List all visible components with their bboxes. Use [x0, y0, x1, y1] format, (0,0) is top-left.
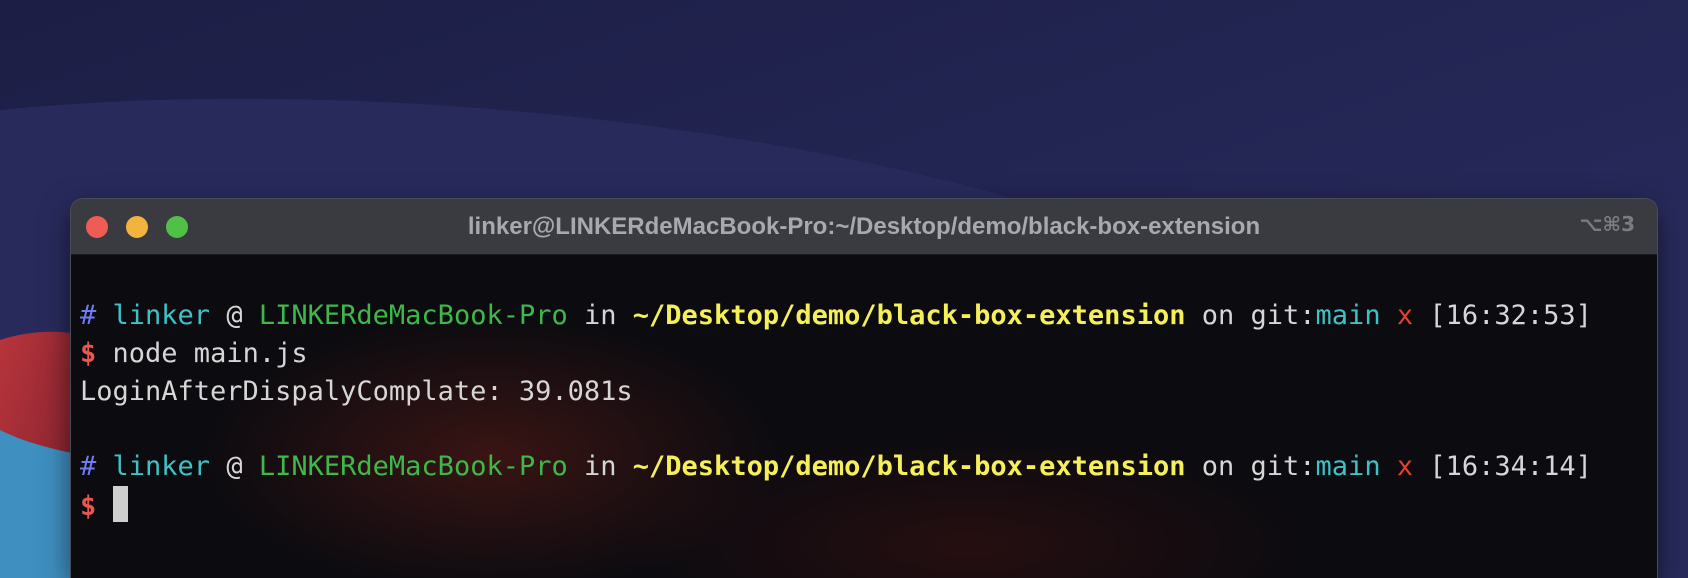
prompt-user: linker [112, 451, 211, 482]
prompt-user: linker [112, 300, 211, 331]
prompt-time: [16:32:53] [1429, 300, 1592, 331]
prompt-dollar: $ [80, 491, 97, 522]
prompt-git-branch: main [1315, 300, 1381, 331]
command-text: node main.js [112, 338, 308, 369]
prompt-hash: # [80, 300, 97, 331]
output-line: LoginAfterDispalyComplate: 39.081s [80, 373, 633, 411]
prompt-path: ~/Desktop/demo/black-box-extension [632, 451, 1186, 482]
prompt-hash: # [80, 451, 97, 482]
prompt-at: @ [226, 451, 243, 482]
prompt-git-prefix: git: [1250, 300, 1316, 331]
prompt-dirty-marker: x [1396, 300, 1414, 331]
prompt-host: LINKERdeMacBook-Pro [258, 300, 568, 331]
prompt-line: # linker @ LINKERdeMacBook-Pro in ~/Desk… [80, 297, 1592, 335]
prompt-on: on [1201, 300, 1235, 331]
prompt-on: on [1201, 451, 1235, 482]
prompt-git-prefix: git: [1250, 451, 1316, 482]
title-bar[interactable]: linker@LINKERdeMacBook-Pro:~/Desktop/dem… [71, 199, 1657, 255]
prompt-path: ~/Desktop/demo/black-box-extension [632, 300, 1186, 331]
command-line-active[interactable]: $ [80, 486, 128, 524]
prompt-git-branch: main [1315, 451, 1381, 482]
prompt-time: [16:34:14] [1429, 451, 1592, 482]
command-output: LoginAfterDispalyComplate: 39.081s [80, 376, 633, 407]
terminal-window[interactable]: linker@LINKERdeMacBook-Pro:~/Desktop/dem… [71, 199, 1657, 578]
command-line: $ node main.js [80, 335, 308, 373]
text-cursor [112, 486, 128, 522]
prompt-in: in [584, 300, 617, 331]
prompt-dollar: $ [80, 338, 97, 369]
prompt-host: LINKERdeMacBook-Pro [258, 451, 568, 482]
prompt-in: in [584, 451, 617, 482]
terminal-body[interactable]: # linker @ LINKERdeMacBook-Pro in ~/Desk… [71, 255, 1657, 578]
window-shortcut-label: ⌥⌘3 [1579, 212, 1635, 236]
prompt-line: # linker @ LINKERdeMacBook-Pro in ~/Desk… [80, 448, 1592, 486]
window-title: linker@LINKERdeMacBook-Pro:~/Desktop/dem… [467, 213, 1261, 240]
prompt-dirty-marker: x [1396, 451, 1414, 482]
prompt-at: @ [226, 300, 243, 331]
